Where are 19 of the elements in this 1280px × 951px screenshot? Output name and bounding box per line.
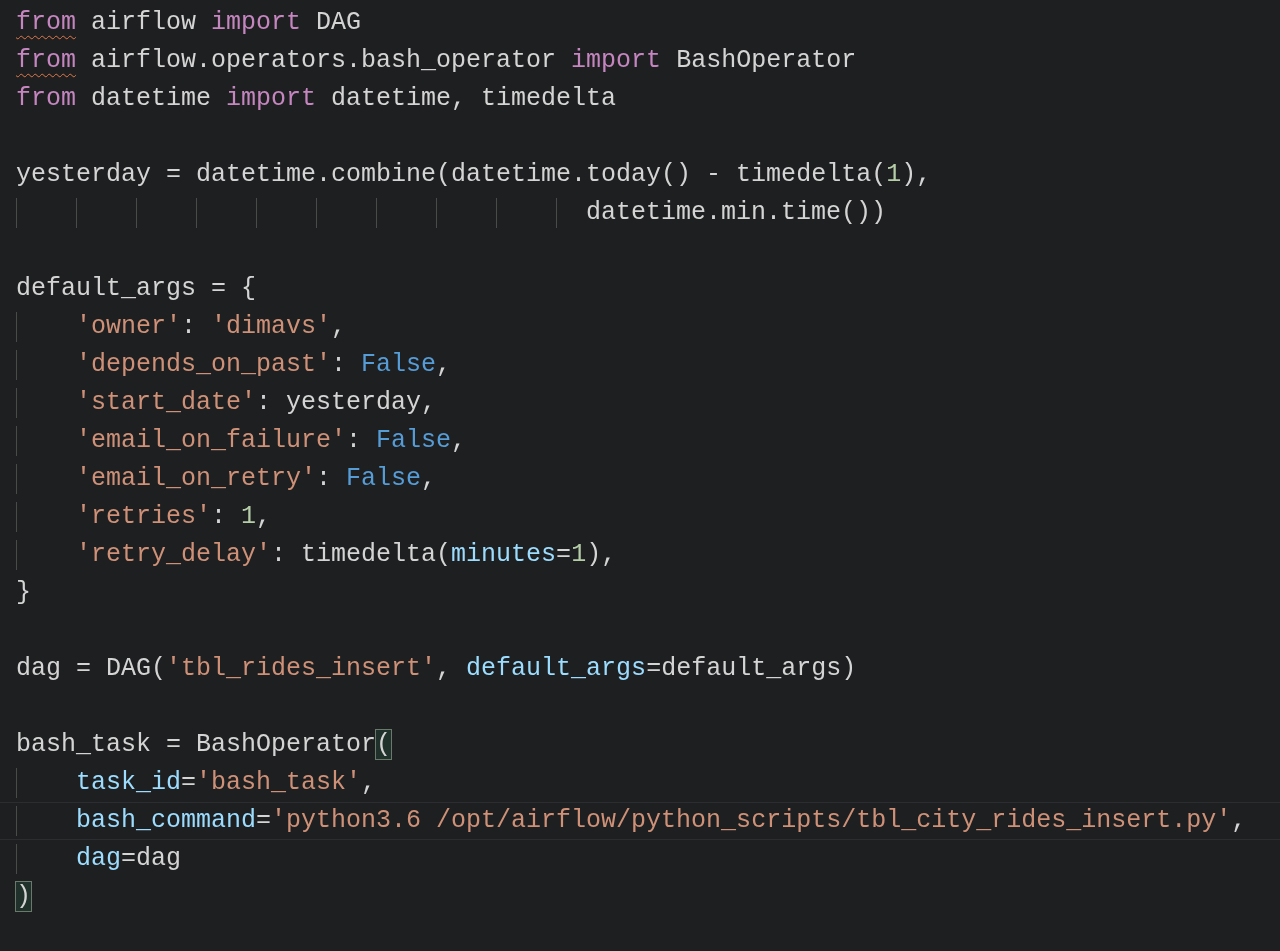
code-line: 'retries': 1, <box>16 502 272 532</box>
code-line: bash_task = BashOperator( <box>16 730 392 760</box>
code-line: dag=dag <box>16 844 182 874</box>
code-line: 'owner': 'dimavs', <box>16 312 347 342</box>
code-line: dag = DAG('tbl_rides_insert', default_args=default_args) <box>16 654 857 684</box>
code-line: datetime.min.time()) <box>16 198 887 228</box>
code-line: from datetime import datetime, timedelta <box>16 84 617 114</box>
code-line: default_args = { <box>16 274 257 304</box>
code-line: } <box>16 578 31 608</box>
code-line: from airflow.operators.bash_operator import BashOperator <box>16 46 857 76</box>
code-line: 'start_date': yesterday, <box>16 388 437 418</box>
code-line: from airflow import DAG <box>16 8 362 38</box>
code-line: bash_command='python3.6 /opt/airflow/python_scripts/tbl_city_rides_insert.py', <box>16 806 1247 836</box>
code-line: yesterday = datetime.combine(datetime.today() - timedelta(1), <box>16 160 932 190</box>
code-line: 'retry_delay': timedelta(minutes=1), <box>16 540 617 570</box>
code-line: 'email_on_failure': False, <box>16 426 467 456</box>
code-line: 'depends_on_past': False, <box>16 350 452 380</box>
code-line: task_id='bash_task', <box>16 768 377 798</box>
code-line: 'email_on_retry': False, <box>16 464 437 494</box>
